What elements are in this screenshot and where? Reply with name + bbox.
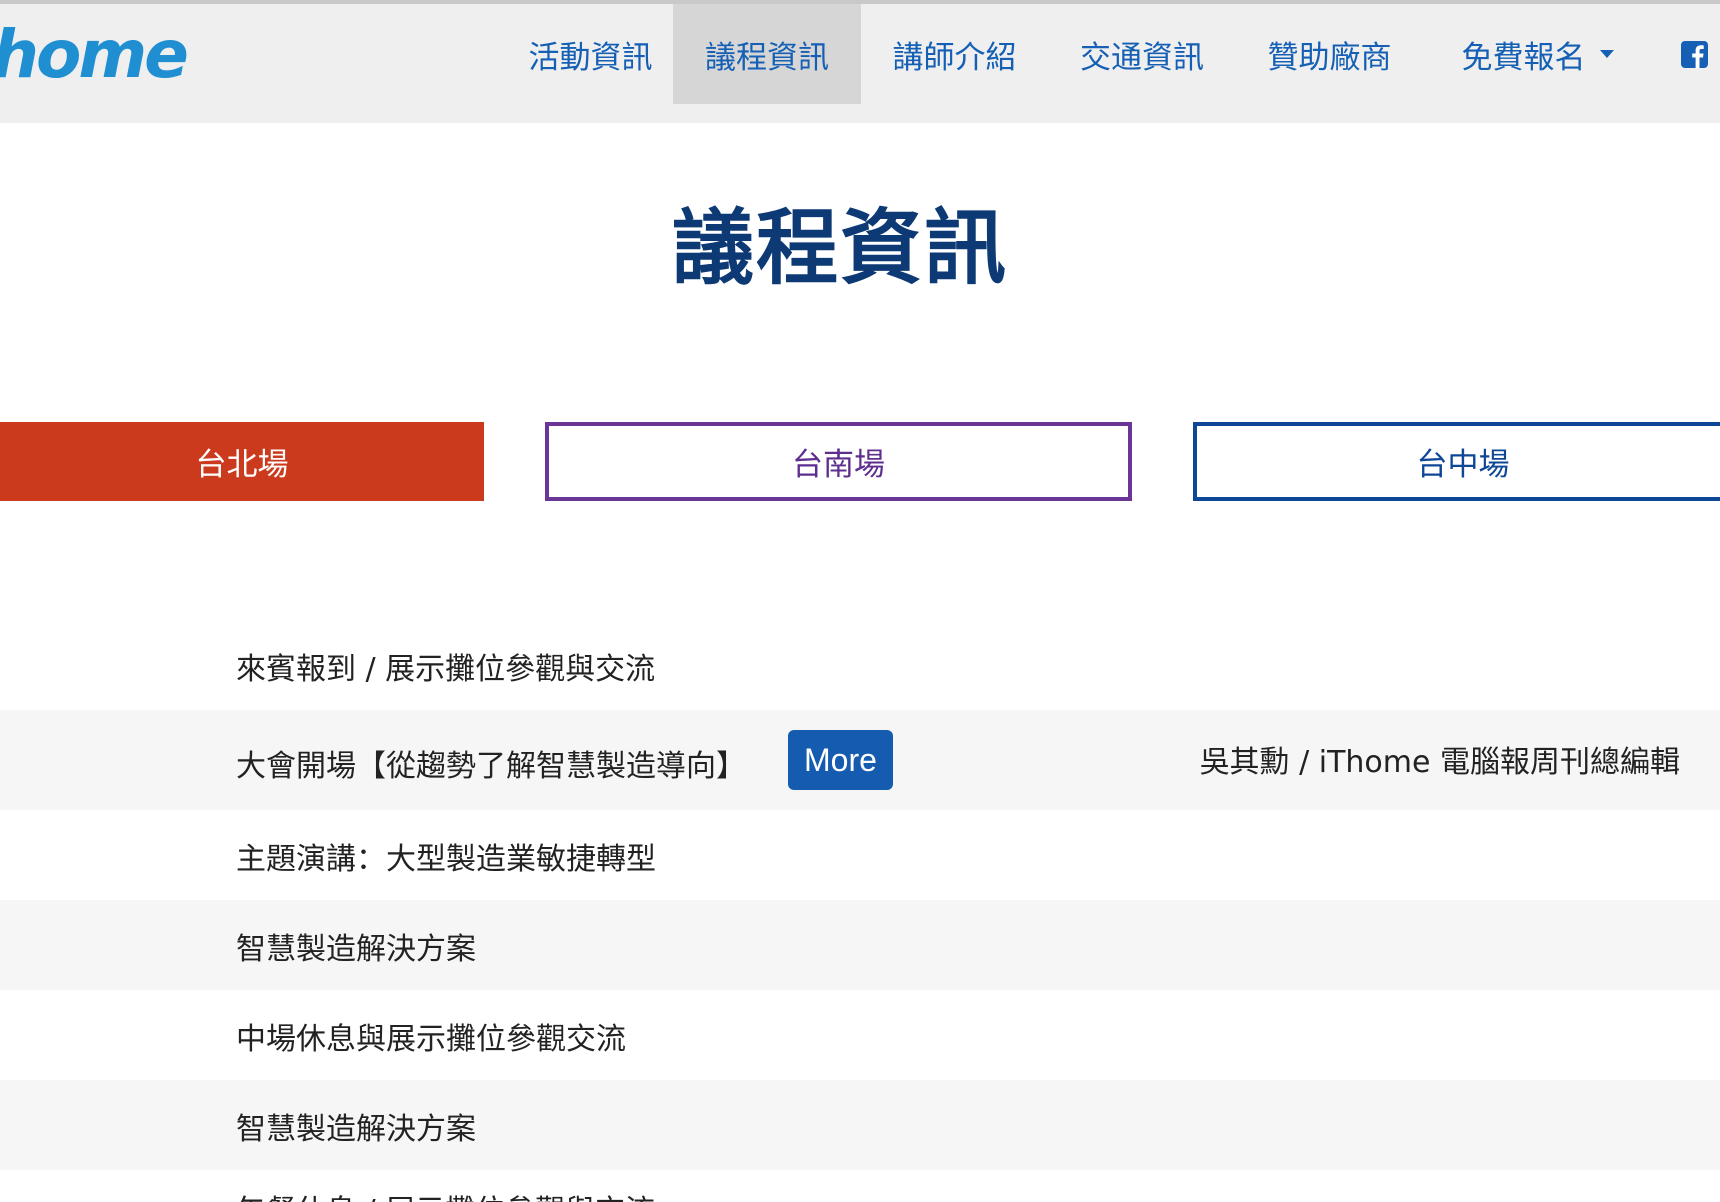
tab-label: 台北場	[195, 447, 289, 483]
nav-item-label: 贊助廠商	[1267, 39, 1392, 76]
agenda-title: 智慧製造解決方案	[236, 932, 476, 967]
page-title: 議程資訊	[671, 201, 1008, 296]
tab-label: 台南場	[792, 447, 885, 483]
tab-taichung[interactable]: 台中場	[1193, 422, 1720, 501]
agenda-title: 來賓報到 / 展示攤位參觀與交流	[236, 652, 656, 687]
agenda-title: 午餐休息 / 展示攤位參觀與交流	[236, 1186, 655, 1202]
nav-item-label: 講師介紹	[892, 39, 1017, 76]
agenda-row: 來賓報到 / 展示攤位參觀與交流	[0, 620, 1720, 710]
agenda-row: 午餐休息 / 展示攤位參觀與交流	[0, 1170, 1720, 1202]
nav-item-agenda-info[interactable]: 議程資訊	[673, 4, 861, 104]
tab-label: 台中場	[1416, 447, 1510, 483]
facebook-icon[interactable]	[1681, 41, 1708, 68]
more-button[interactable]: More	[788, 730, 893, 790]
agenda-speaker: 吳其勳 / iThome 電腦報周刊總編輯	[1199, 745, 1680, 780]
tab-tainan[interactable]: 台南場	[545, 422, 1132, 501]
agenda-title: 主題演講：大型製造業敏捷轉型	[236, 842, 656, 877]
nav-item-label: 議程資訊	[705, 39, 829, 76]
nav-item-free-registration[interactable]: 免費報名	[1435, 4, 1640, 104]
agenda-row: 智慧製造解決方案	[0, 1080, 1720, 1170]
agenda-row: 主題演講：大型製造業敏捷轉型	[0, 810, 1720, 900]
agenda-title: 中場休息與展示攤位參觀交流	[236, 1022, 626, 1057]
agenda-row: 大會開場【從趨勢了解智慧製造導向】 More 吳其勳 / iThome 電腦報周…	[0, 710, 1720, 810]
agenda-row: 中場休息與展示攤位參觀交流	[0, 990, 1720, 1080]
nav-item-activity-info[interactable]: 活動資訊	[497, 4, 684, 104]
nav-item-speakers[interactable]: 講師介紹	[861, 4, 1048, 104]
agenda-title: 大會開場【從趨勢了解智慧製造導向】	[236, 749, 746, 784]
tab-taipei[interactable]: 台北場	[0, 422, 484, 501]
agenda-row: 智慧製造解決方案	[0, 900, 1720, 990]
agenda-title: 智慧製造解決方案	[236, 1112, 476, 1147]
nav-item-sponsors[interactable]: 贊助廠商	[1236, 4, 1423, 104]
navbar: home 活動資訊 議程資訊 講師介紹 交通資訊 贊助廠商 免費報名	[0, 4, 1720, 123]
nav-item-label: 免費報名	[1461, 39, 1586, 76]
caret-down-icon	[1599, 50, 1614, 58]
nav-menu: 活動資訊 議程資訊 講師介紹 交通資訊 贊助廠商 免費報名	[0, 4, 1720, 104]
nav-item-label: 交通資訊	[1080, 39, 1204, 76]
nav-item-transport[interactable]: 交通資訊	[1048, 4, 1236, 104]
nav-item-label: 活動資訊	[528, 39, 653, 76]
